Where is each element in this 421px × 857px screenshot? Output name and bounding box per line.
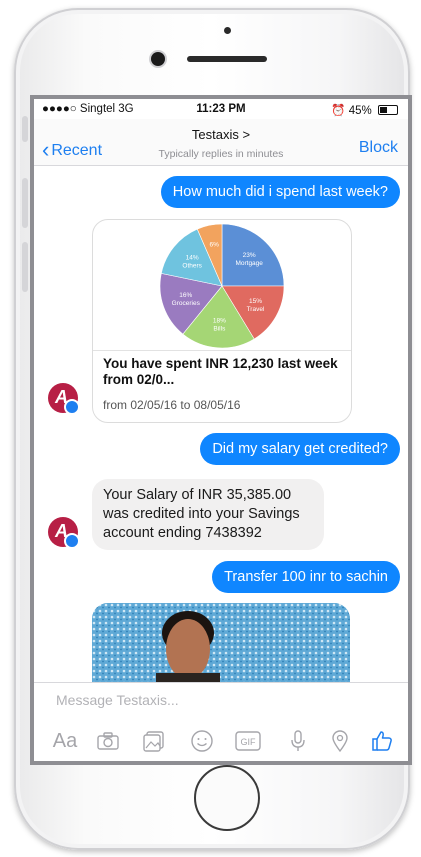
pie-percent-label: 6% (209, 241, 219, 248)
pie-category-label: Bills (213, 325, 226, 332)
incoming-message[interactable]: Your Salary of INR 35,385.00 was credite… (92, 479, 324, 550)
pie-category-label: Others (182, 263, 202, 270)
camera-icon[interactable] (94, 727, 122, 755)
chat-subtitle: Typically replies in minutes (158, 148, 284, 160)
card-heading: You have spent INR 12,230 last week from… (103, 356, 338, 387)
spending-pie-chart: 23%Mortgage 15%Travel 18%Bills 16%Groceries… (159, 223, 285, 348)
pie-category-label: Groceries (172, 300, 201, 307)
pie-percent-label: 15% (249, 298, 262, 305)
composer: Aa GIF (34, 682, 408, 761)
home-button[interactable] (194, 765, 260, 831)
volume-down-button (22, 242, 28, 292)
outgoing-message[interactable]: Did my salary get credited? (200, 433, 400, 465)
outgoing-message[interactable]: Transfer 100 inr to sachin (212, 561, 400, 593)
location-icon[interactable] (326, 727, 354, 755)
outgoing-message[interactable]: How much did i spend last week? (160, 176, 400, 208)
thumbs-up-icon[interactable] (368, 727, 396, 755)
pie-percent-label: 18% (213, 317, 226, 324)
pie-category-label: Travel (247, 306, 265, 313)
battery-indicator: ⏰ 45% (331, 103, 398, 117)
card-divider (93, 350, 351, 351)
front-camera (151, 52, 165, 66)
microphone-icon[interactable] (284, 727, 312, 755)
contact-photo (92, 603, 350, 693)
card-subtitle: from 02/05/16 to 08/05/16 (103, 398, 241, 412)
mute-switch (22, 116, 28, 142)
avatar: A (48, 383, 80, 415)
pie-category-label: Mortgage (235, 260, 263, 267)
avatar: A (48, 517, 80, 549)
earpiece-speaker (187, 56, 267, 62)
messenger-badge-icon (64, 399, 80, 415)
pie-percent-label: 14% (186, 255, 199, 262)
pie-percent-label: 16% (179, 292, 192, 299)
text-format-icon[interactable]: Aa (48, 727, 82, 755)
status-bar: ●●●●○ Singtel 3G 11:23 PM ⏰ 45% (34, 99, 408, 119)
alarm-icon: ⏰ (331, 105, 346, 117)
contact-photo-card[interactable] (92, 603, 350, 693)
gif-icon[interactable]: GIF (234, 727, 262, 755)
svg-text:GIF: GIF (241, 737, 257, 747)
volume-up-button (22, 178, 28, 228)
composer-toolbar: Aa GIF (48, 727, 396, 755)
pie-percent-label: 23% (243, 252, 256, 259)
proximity-sensor (224, 27, 231, 34)
chat-title[interactable]: Testaxis > (34, 127, 408, 142)
emoji-icon[interactable] (188, 727, 216, 755)
phone-screen: ●●●●○ Singtel 3G 11:23 PM ⏰ 45% ‹ Recent … (30, 95, 412, 765)
messenger-badge-icon (64, 533, 80, 549)
gallery-icon[interactable] (140, 727, 168, 755)
message-input[interactable] (54, 691, 358, 709)
chat-header: ‹ Recent Testaxis > Typically replies in … (34, 119, 408, 166)
spending-card[interactable]: 23% Mortgage 15% Travel 18% Bills 16% Groceries… (92, 219, 352, 423)
battery-percent: 45% (348, 105, 372, 117)
block-button[interactable]: Block (359, 139, 398, 157)
battery-icon (378, 105, 398, 115)
